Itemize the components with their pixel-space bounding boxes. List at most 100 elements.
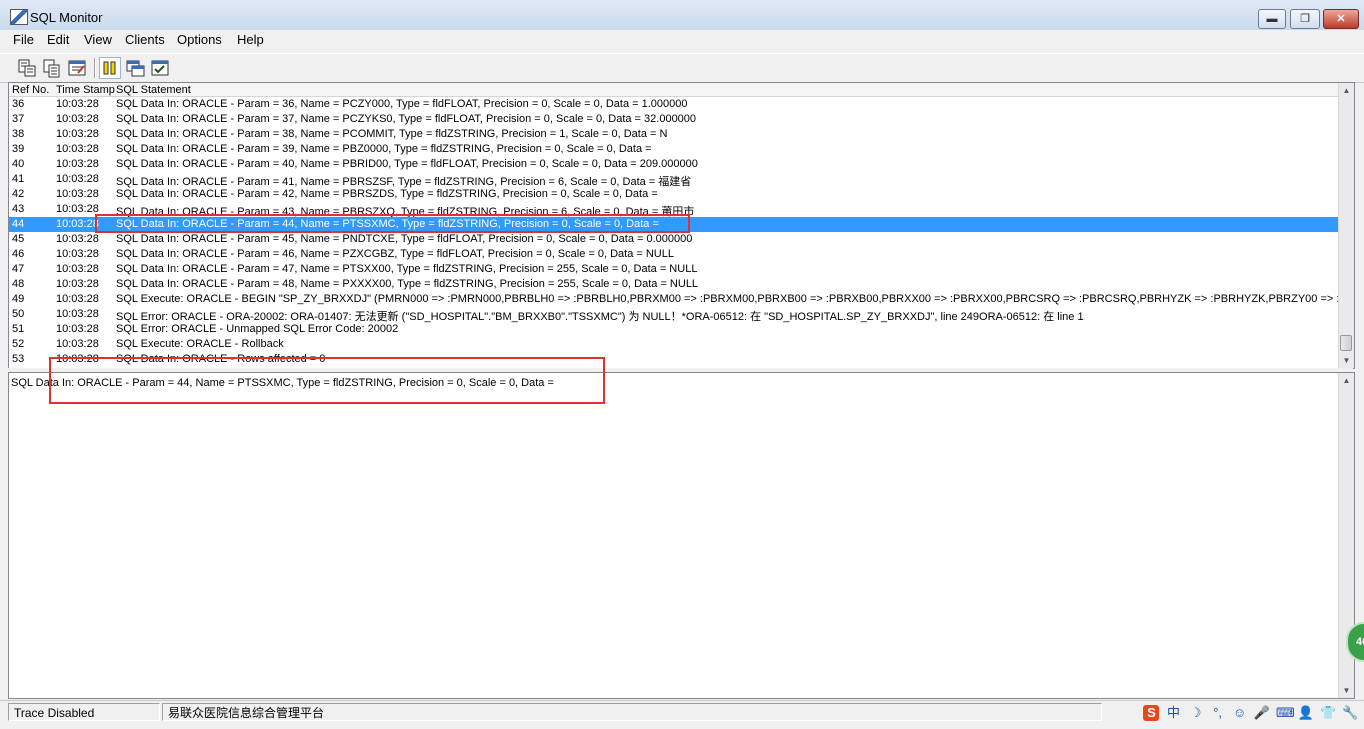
table-row[interactable]: 38 10:03:28 SQL Data In: ORACLE - Param = …: [9, 127, 1339, 142]
skin-icon[interactable]: 👕: [1320, 705, 1336, 721]
minimize-button[interactable]: ▬: [1258, 9, 1286, 29]
menu-view[interactable]: View: [84, 32, 112, 47]
emoji-icon[interactable]: ☺: [1232, 705, 1248, 721]
status-trace: Trace Disabled: [8, 703, 160, 721]
window-title: SQL Monitor: [30, 10, 103, 25]
table-row[interactable]: 49 10:03:28 SQL Execute: ORACLE - BEGIN "S…: [9, 292, 1354, 307]
detail-scroll-down-icon[interactable]: ▼: [1339, 683, 1354, 698]
header-sql-statement[interactable]: SQL Statement: [116, 84, 191, 96]
detail-scroll-up-icon[interactable]: ▲: [1339, 373, 1354, 388]
row-ref-no: 46: [12, 248, 25, 260]
row-time-stamp: 10:03:28: [56, 188, 99, 200]
row-sql-statement: SQL Data In: ORACLE - Param = 37, Name =…: [116, 113, 697, 125]
header-ref-no[interactable]: Ref No.: [12, 84, 49, 96]
edit-options-icon[interactable]: [66, 57, 88, 79]
header-time-stamp[interactable]: Time Stamp: [56, 84, 115, 96]
row-time-stamp: 10:03:28: [56, 323, 99, 335]
keyboard-icon[interactable]: ⌨: [1276, 705, 1295, 721]
table-row[interactable]: 43 10:03:28 SQL Data In: ORACLE - Param = …: [9, 202, 1339, 218]
row-sql-statement: SQL Data In: ORACLE - Param = 36, Name =…: [116, 98, 688, 110]
menu-edit[interactable]: Edit: [47, 32, 69, 47]
row-ref-no: 42: [12, 188, 25, 200]
chinese-mode-icon[interactable]: 中: [1166, 705, 1182, 721]
sql-trace-list[interactable]: Ref No. Time Stamp SQL Statement 36 10:03…: [8, 82, 1355, 369]
row-time-stamp: 10:03:28: [56, 113, 99, 125]
row-time-stamp: 10:03:28: [56, 308, 99, 320]
user-icon[interactable]: 👤: [1298, 705, 1314, 721]
table-row[interactable]: 53 10:03:28 SQL Data In: ORACLE - Rows aff…: [9, 352, 1339, 367]
save-log-icon[interactable]: [16, 57, 38, 79]
pause-trace-icon[interactable]: [99, 57, 121, 79]
punctuation-icon[interactable]: °,: [1210, 705, 1226, 721]
row-time-stamp: 10:03:28: [56, 218, 99, 230]
close-button[interactable]: ✕: [1323, 9, 1359, 29]
table-row[interactable]: 44 10:03:28 SQL Data In: ORACLE - Param = …: [9, 217, 1339, 232]
table-row[interactable]: 37 10:03:28 SQL Data In: ORACLE - Param = …: [9, 112, 1339, 127]
row-ref-no: 39: [12, 143, 25, 155]
list-header: Ref No. Time Stamp SQL Statement: [9, 83, 1339, 97]
row-sql-statement: SQL Data In: ORACLE - Param = 46, Name =…: [116, 248, 674, 260]
title-bar[interactable]: SQL Monitor ▬ ❐ ✕: [0, 0, 1364, 31]
row-time-stamp: 10:03:28: [56, 353, 99, 365]
menu-clients[interactable]: Clients: [125, 32, 165, 47]
row-sql-statement: SQL Data In: ORACLE - Param = 47, Name =…: [116, 263, 698, 275]
menu-help[interactable]: Help: [237, 32, 264, 47]
table-row[interactable]: 52 10:03:28 SQL Execute: ORACLE - Rollback: [9, 337, 1339, 352]
table-row[interactable]: 40 10:03:28 SQL Data In: ORACLE - Param = …: [9, 157, 1339, 172]
statement-detail-text: SQL Data In: ORACLE - Param = 44, Name =…: [11, 377, 554, 389]
row-sql-statement: SQL Data In: ORACLE - Param = 48, Name =…: [116, 278, 699, 290]
menu-options[interactable]: Options: [177, 32, 222, 47]
scroll-up-icon[interactable]: ▲: [1339, 83, 1354, 98]
trace-options-icon[interactable]: [149, 57, 171, 79]
toolbar: [0, 53, 1364, 83]
row-sql-statement: SQL Error: ORACLE - Unmapped SQL Error C…: [116, 323, 399, 335]
client-window-icon[interactable]: [124, 57, 146, 79]
row-ref-no: 53: [12, 353, 25, 365]
toolbar-separator: [94, 58, 96, 78]
table-row[interactable]: 41 10:03:28 SQL Data In: ORACLE - Param = …: [9, 172, 1339, 188]
table-row[interactable]: 45 10:03:28 SQL Data In: ORACLE - Param = …: [9, 232, 1339, 247]
statement-detail-pane[interactable]: SQL Data In: ORACLE - Param = 44, Name =…: [8, 372, 1355, 699]
table-row[interactable]: 36 10:03:28 SQL Data In: ORACLE - Param = …: [9, 97, 1339, 112]
row-sql-statement: SQL Execute: ORACLE - Rollback: [116, 338, 284, 350]
copy-icon[interactable]: [41, 57, 63, 79]
table-row[interactable]: 47 10:03:28 SQL Data In: ORACLE - Param = …: [9, 262, 1339, 277]
row-sql-statement: SQL Data In: ORACLE - Param = 38, Name =…: [116, 128, 668, 140]
list-scrollbar[interactable]: ▲ ▼: [1338, 83, 1354, 368]
row-ref-no: 37: [12, 113, 25, 125]
sogou-ime-icon[interactable]: S: [1143, 705, 1160, 721]
row-time-stamp: 10:03:28: [56, 128, 99, 140]
table-row[interactable]: 42 10:03:28 SQL Data In: ORACLE - Param = …: [9, 187, 1339, 202]
row-sql-statement: SQL Data In: ORACLE - Param = 40, Name =…: [116, 158, 698, 170]
row-ref-no: 41: [12, 173, 25, 185]
row-time-stamp: 10:03:28: [56, 278, 99, 290]
row-time-stamp: 10:03:28: [56, 233, 99, 245]
microphone-icon[interactable]: 🎤: [1254, 705, 1270, 721]
row-ref-no: 43: [12, 203, 25, 215]
row-time-stamp: 10:03:28: [56, 263, 99, 275]
table-row[interactable]: 46 10:03:28 SQL Data In: ORACLE - Param = …: [9, 247, 1339, 262]
row-ref-no: 40: [12, 158, 25, 170]
sql-monitor-window: SQL Monitor ▬ ❐ ✕ File Edit View Clients…: [0, 0, 1364, 729]
table-row[interactable]: 50 10:03:28 SQL Error: ORACLE - ORA-20002:…: [9, 307, 1339, 323]
row-sql-statement: SQL Data In: ORACLE - Param = 45, Name =…: [116, 233, 693, 245]
table-row[interactable]: 51 10:03:28 SQL Error: ORACLE - Unmapped S…: [9, 322, 1339, 337]
moon-icon[interactable]: ☽: [1188, 705, 1204, 721]
table-row[interactable]: 48 10:03:28 SQL Data In: ORACLE - Param = …: [9, 277, 1339, 292]
maximize-button[interactable]: ❐: [1290, 9, 1320, 29]
scroll-down-icon[interactable]: ▼: [1339, 353, 1354, 368]
row-time-stamp: 10:03:28: [56, 143, 99, 155]
menu-bar: File Edit View Clients Options Help: [0, 30, 1364, 50]
row-ref-no: 48: [12, 278, 25, 290]
menu-file[interactable]: File: [13, 32, 34, 47]
row-time-stamp: 10:03:28: [56, 98, 99, 110]
row-ref-no: 50: [12, 308, 25, 320]
table-row[interactable]: 39 10:03:28 SQL Data In: ORACLE - Param = …: [9, 142, 1339, 157]
system-tray: S 中 ☽ °, ☺ 🎤 ⌨ 👤 👕 🔧: [1140, 705, 1358, 725]
scroll-thumb[interactable]: [1340, 335, 1352, 351]
row-ref-no: 47: [12, 263, 25, 275]
tools-icon[interactable]: 🔧: [1342, 705, 1358, 721]
row-sql-statement: SQL Data In: ORACLE - Rows affected = 0: [116, 353, 326, 365]
row-sql-statement: SQL Data In: ORACLE - Param = 42, Name =…: [116, 188, 658, 200]
row-time-stamp: 10:03:28: [56, 158, 99, 170]
